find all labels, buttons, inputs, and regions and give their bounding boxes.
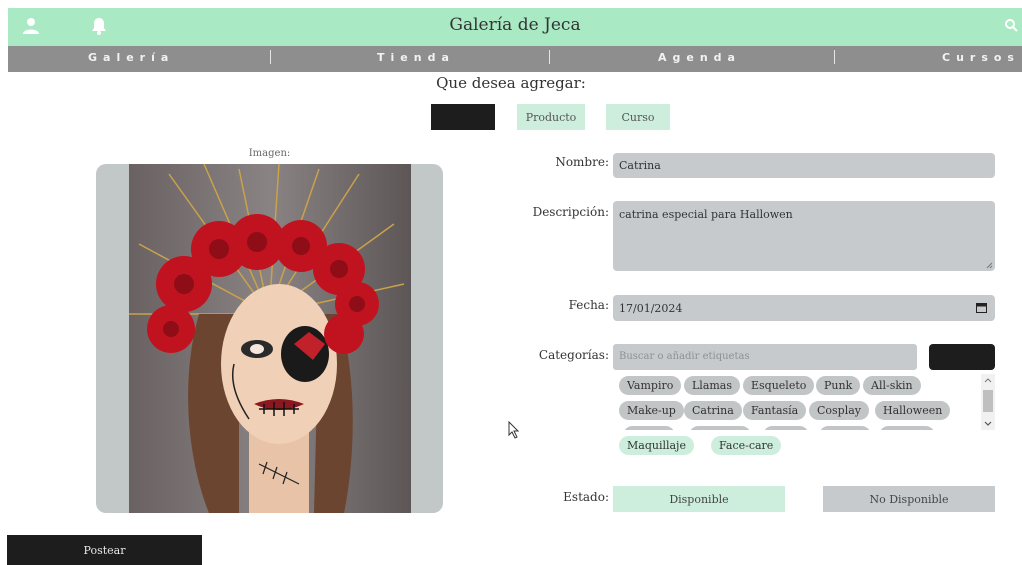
tag-partial[interactable]: [763, 426, 809, 430]
tag-make-up[interactable]: Make-up: [619, 401, 684, 420]
fecha-label: Fecha:: [568, 298, 609, 312]
estado-disponible-button[interactable]: Disponible: [613, 486, 785, 512]
tag-list: Vampiro Llamas Esqueleto Punk All-skin M…: [613, 372, 983, 430]
tag-list-scrollbar[interactable]: [981, 374, 995, 430]
nav-item-cursos[interactable]: Cursos: [942, 51, 1020, 64]
tag-partial[interactable]: [623, 426, 675, 430]
nav-item-agenda[interactable]: Agenda: [658, 51, 741, 64]
tag-esqueleto[interactable]: Esqueleto: [743, 376, 815, 395]
estado-no-disponible-button[interactable]: No Disponible: [823, 486, 995, 512]
nombre-label: Nombre:: [555, 155, 609, 169]
tag-catrina[interactable]: Catrina: [684, 401, 742, 420]
type-button-selected[interactable]: [431, 104, 495, 130]
tag-partial[interactable]: [689, 426, 751, 430]
add-tag-button[interactable]: [929, 344, 995, 370]
header-bar: Galería de Jeca: [8, 8, 1022, 46]
nav-item-tienda[interactable]: Tienda: [377, 51, 455, 64]
tag-partial[interactable]: [879, 426, 935, 430]
descripcion-value: catrina especial para Hallowen: [619, 208, 793, 221]
categorias-search-input[interactable]: Buscar o añadir etiquetas: [613, 344, 917, 370]
tag-llamas[interactable]: Llamas: [684, 376, 741, 395]
tag-punk[interactable]: Punk: [816, 376, 861, 395]
nav-separator: [834, 50, 835, 64]
nav-bar: Galería Tienda Agenda Cursos: [8, 46, 1022, 72]
type-button-producto[interactable]: Producto: [517, 104, 585, 130]
fecha-value: 17/01/2024: [619, 302, 683, 315]
categorias-placeholder: Buscar o añadir etiquetas: [619, 351, 750, 362]
post-button[interactable]: Postear: [7, 535, 202, 565]
nav-item-galeria[interactable]: Galería: [88, 51, 174, 64]
tag-fantasia[interactable]: Fantasía: [743, 401, 807, 420]
selected-tag-face-care[interactable]: Face-care: [711, 436, 782, 455]
tag-vampiro[interactable]: Vampiro: [619, 376, 682, 395]
search-icon[interactable]: [1004, 18, 1018, 32]
mouse-cursor-icon: [508, 421, 520, 439]
calendar-icon[interactable]: [976, 302, 987, 313]
tag-halloween[interactable]: Halloween: [875, 401, 951, 420]
tag-all-skin[interactable]: All-skin: [863, 376, 921, 395]
categorias-label: Categorías:: [538, 348, 609, 362]
selected-tag-maquillaje[interactable]: Maquillaje: [619, 436, 694, 455]
image-label: Imagen:: [248, 148, 291, 159]
estado-label: Estado:: [563, 490, 609, 504]
descripcion-label: Descripción:: [532, 205, 609, 219]
app-title: Galería de Jeca: [449, 15, 581, 35]
nombre-value: Catrina: [619, 159, 661, 172]
fecha-input[interactable]: 17/01/2024: [613, 295, 995, 321]
image-upload-area[interactable]: [96, 164, 443, 513]
tag-partial[interactable]: [819, 426, 871, 430]
catrina-photo: [129, 164, 411, 513]
resize-handle-icon[interactable]: [986, 262, 993, 269]
nombre-input[interactable]: Catrina: [613, 153, 995, 178]
descripcion-textarea[interactable]: catrina especial para Hallowen: [613, 201, 995, 271]
nav-separator: [549, 50, 550, 64]
add-type-question: Que desea agregar:: [436, 74, 586, 92]
type-button-curso[interactable]: Curso: [606, 104, 670, 130]
tag-cosplay[interactable]: Cosplay: [809, 401, 870, 420]
nav-separator: [270, 50, 271, 64]
